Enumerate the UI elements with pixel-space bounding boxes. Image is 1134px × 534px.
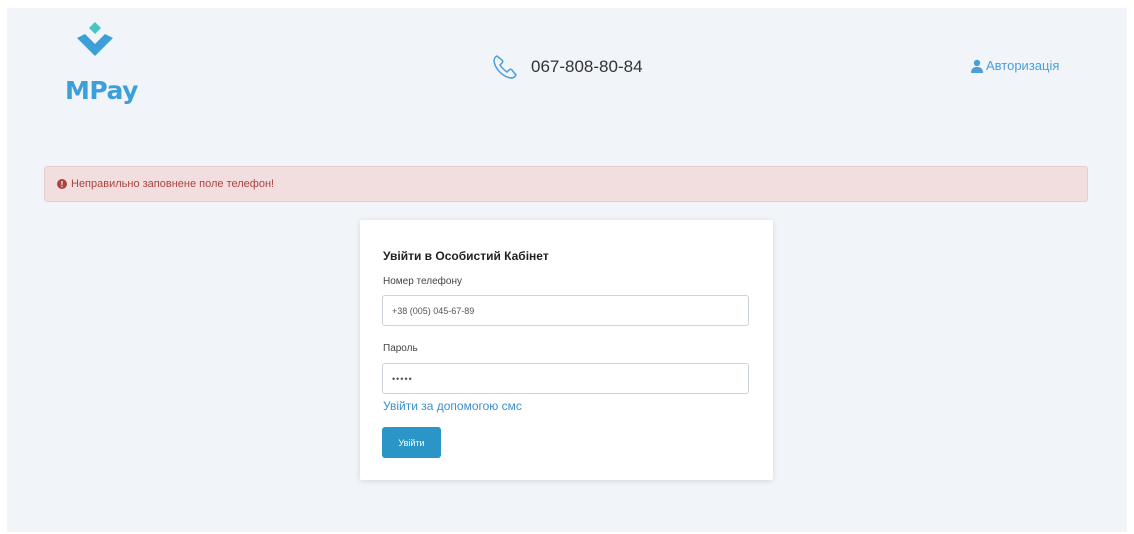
header-phone: 067-808-80-84 [491,53,643,81]
login-button[interactable]: Увійти [382,427,441,458]
phone-input[interactable]: +38 (005) 045-67-89 [382,295,749,326]
sms-login-link[interactable]: Увійти за допомогою смс [383,399,522,413]
logo-mark-icon [77,22,113,56]
phone-icon [493,55,517,79]
login-card: Увійти в Особистий Кабінет Номер телефон… [360,220,773,480]
password-label: Пароль [383,343,418,354]
phone-number: 067-808-80-84 [531,57,643,76]
alert-message: Неправильно заповнене поле телефон! [71,178,275,190]
exclamation-circle-icon: ! [57,179,67,189]
mpay-logo[interactable]: MPay [65,22,138,122]
authorization-link[interactable]: Авторизація [970,58,1059,73]
user-icon [971,59,983,73]
authorization-label: Авторизація [986,58,1060,73]
phone-label: Номер телефону [383,276,462,287]
login-title: Увійти в Особистий Кабінет [383,249,549,263]
page-background: MPay 067-808-80-84 Авторизація ! Неправи… [7,8,1127,532]
password-input[interactable]: ••••• [382,363,749,394]
error-alert: ! Неправильно заповнене поле телефон! [44,166,1088,202]
logo-text: MPay [65,76,138,105]
